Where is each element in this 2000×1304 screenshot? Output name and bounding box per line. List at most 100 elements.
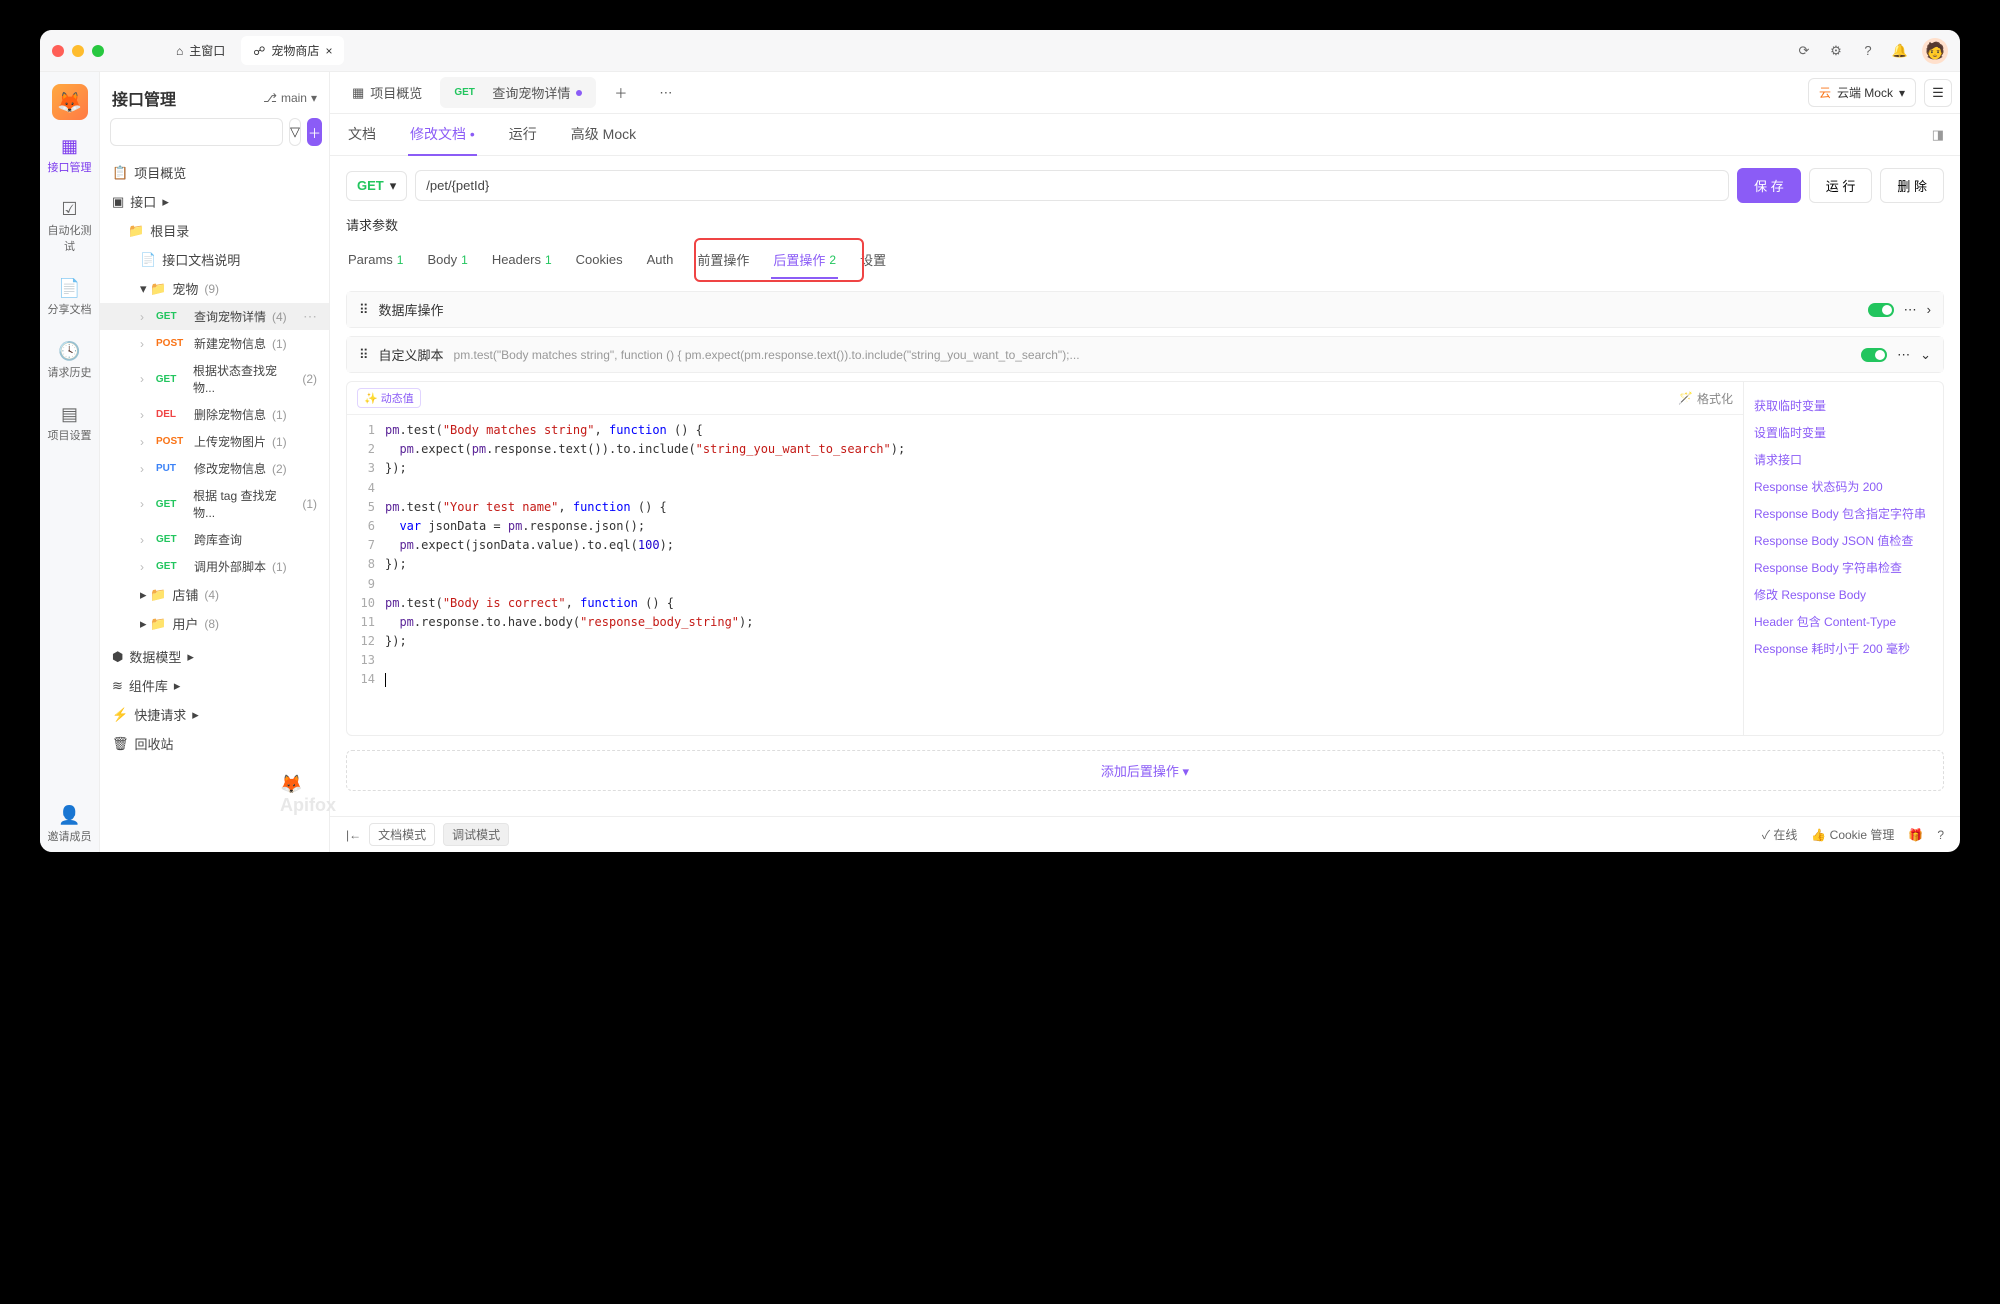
api-item[interactable]: ›GET根据 tag 查找宠物... (1) [100,482,329,526]
path-input[interactable] [415,170,1729,201]
rail-api[interactable]: ▦接口管理 [45,128,95,183]
toggle-db[interactable] [1868,303,1894,317]
snippet-item[interactable]: 设置临时变量 [1754,419,1933,446]
home-icon: ⌂ [176,44,183,58]
itab-doc[interactable]: 文档 [346,114,378,156]
toggle-script[interactable] [1861,348,1887,362]
settings-icon[interactable]: ⚙ [1826,41,1846,61]
param-tab[interactable]: Headers1 [490,244,554,277]
branch-icon: ⎇ [263,91,277,105]
rail-share[interactable]: 📄分享文档 [45,270,95,325]
tab-api-detail[interactable]: GET查询宠物详情 [440,77,596,108]
tab-add[interactable]: ＋ [600,77,641,108]
mode-doc[interactable]: 文档模式 [369,823,435,846]
add-post-op-button[interactable]: 添加后置操作 ▾ [346,750,1944,791]
param-tab[interactable]: Params1 [346,244,405,277]
tree-recycle[interactable]: 🗑 回收站 [100,729,329,758]
rail-history[interactable]: 🕓请求历史 [45,333,95,388]
param-tab[interactable]: Cookies [574,244,625,277]
collapse-icon[interactable]: |← [346,828,361,842]
chevron-right-icon[interactable]: › [1927,302,1931,317]
panel-toggle-icon[interactable]: ◨ [1932,127,1944,143]
itab-run[interactable]: 运行 [507,114,539,156]
avatar[interactable]: 🧑 [1922,38,1948,64]
mode-debug[interactable]: 调试模式 [443,823,509,846]
dynamic-value-chip[interactable]: ✨ 动态值 [357,388,421,408]
help-icon[interactable]: ? [1858,41,1878,61]
rail-settings[interactable]: ▤项目设置 [45,396,95,451]
api-item[interactable]: ›GET调用外部脚本 (1) [100,553,329,580]
bell-icon[interactable]: 🔔 [1890,41,1910,61]
window-tab-project[interactable]: ☍宠物商店× [241,36,344,65]
api-item[interactable]: ›POST上传宠物图片 (1) [100,428,329,455]
cookie-manage[interactable]: 👍 Cookie 管理 [1811,826,1894,843]
tree-quick-request[interactable]: ⚡ 快捷请求 ▸ [100,700,329,729]
tree-components[interactable]: ≋ 组件库 ▸ [100,671,329,700]
filter-button[interactable]: ▽ [289,118,301,146]
gift-icon[interactable]: 🎁 [1908,828,1923,842]
api-item[interactable]: ›POST新建宠物信息 (1) [100,330,329,357]
snippet-item[interactable]: 修改 Response Body [1754,581,1933,608]
tree-root-dir[interactable]: 📁 根目录 [100,216,329,245]
chevron-down-icon[interactable]: ⌄ [1920,347,1931,363]
search-input[interactable] [110,118,283,146]
refresh-icon[interactable]: ⟳ [1794,41,1814,61]
param-tab[interactable]: 设置 [858,242,888,279]
method-selector[interactable]: GET▾ [346,171,407,201]
tab-more-icon[interactable]: ⋯ [645,79,686,107]
drag-icon[interactable]: ⠿ [359,347,369,363]
tree-user-folder[interactable]: ▸ 📁 用户 (8) [100,609,329,638]
tree-api-root[interactable]: ▣ 接口 ▸ [100,187,329,216]
menu-button[interactable]: ☰ [1924,79,1952,107]
param-tab[interactable]: Auth [645,244,676,277]
titlebar: ⌂主窗口 ☍宠物商店× ⟳ ⚙ ? 🔔 🧑 [40,30,1960,72]
tree-pets-folder[interactable]: ▾ 📁 宠物 (9) [100,274,329,303]
rail-invite[interactable]: 👤邀请成员 [45,797,95,852]
tree-overview[interactable]: 📋 项目概览 [100,158,329,187]
rail-test[interactable]: ☑自动化测试 [45,191,95,262]
help-icon[interactable]: ? [1937,828,1944,842]
more-icon[interactable]: ⋯ [1904,302,1917,318]
itab-mock[interactable]: 高级 Mock [569,114,638,156]
minimize-icon[interactable] [72,45,84,57]
tree-data-model[interactable]: ⬢ 数据模型 ▸ [100,642,329,671]
drag-icon[interactable]: ⠿ [359,302,369,318]
api-item[interactable]: ›PUT修改宠物信息 (2) [100,455,329,482]
tree-doc-desc[interactable]: 📄 接口文档说明 [100,245,329,274]
window-tab-main[interactable]: ⌂主窗口 [164,36,237,65]
snippet-item[interactable]: 请求接口 [1754,446,1933,473]
add-button[interactable]: ＋ [307,118,322,146]
snippet-item[interactable]: Response Body 字符串检查 [1754,554,1933,581]
snippet-item[interactable]: Response Body 包含指定字符串 [1754,500,1933,527]
tab-project-overview[interactable]: ▦ 项目概览 [338,77,436,108]
close-tab-icon[interactable]: × [325,44,332,58]
snippet-item[interactable]: 获取临时变量 [1754,392,1933,419]
more-icon[interactable]: ⋯ [303,308,317,325]
branch-selector[interactable]: ⎇main▾ [263,91,317,105]
run-button[interactable]: 运 行 [1809,168,1873,203]
close-icon[interactable] [52,45,64,57]
format-button[interactable]: 🪄格式化 [1678,388,1733,408]
itab-edit[interactable]: 修改文档 • [408,114,477,156]
mock-selector[interactable]: 云云端 Mock▾ [1808,78,1916,107]
snippet-item[interactable]: Response 状态码为 200 [1754,473,1933,500]
traffic-lights [52,45,104,57]
api-item[interactable]: ›GET根据状态查找宠物... (2) [100,357,329,401]
param-tab[interactable]: Body1 [425,244,469,277]
code-lines[interactable]: pm.test("Body matches string", function … [385,421,1743,729]
snippet-item[interactable]: Response Body JSON 值检查 [1754,527,1933,554]
snippet-item[interactable]: Header 包含 Content-Type [1754,608,1933,635]
snippet-item[interactable]: Response 耗时小于 200 毫秒 [1754,635,1933,662]
api-item[interactable]: ›GET查询宠物详情 (4)⋯ [100,303,329,330]
maximize-icon[interactable] [92,45,104,57]
param-tab[interactable]: 后置操作2 [771,242,838,279]
delete-button[interactable]: 删 除 [1880,168,1944,203]
param-tab[interactable]: 前置操作 [695,242,751,279]
api-item[interactable]: ›GET跨库查询 [100,526,329,553]
save-button[interactable]: 保 存 [1737,168,1801,203]
db-ops-panel: ⠿ 数据库操作 ⋯ › [346,291,1944,328]
code-editor: ✨ 动态值 🪄格式化 1234567891011121314 pm.test("… [346,381,1944,736]
more-icon[interactable]: ⋯ [1897,347,1910,363]
tree-shop-folder[interactable]: ▸ 📁 店铺 (4) [100,580,329,609]
api-item[interactable]: ›DEL删除宠物信息 (1) [100,401,329,428]
